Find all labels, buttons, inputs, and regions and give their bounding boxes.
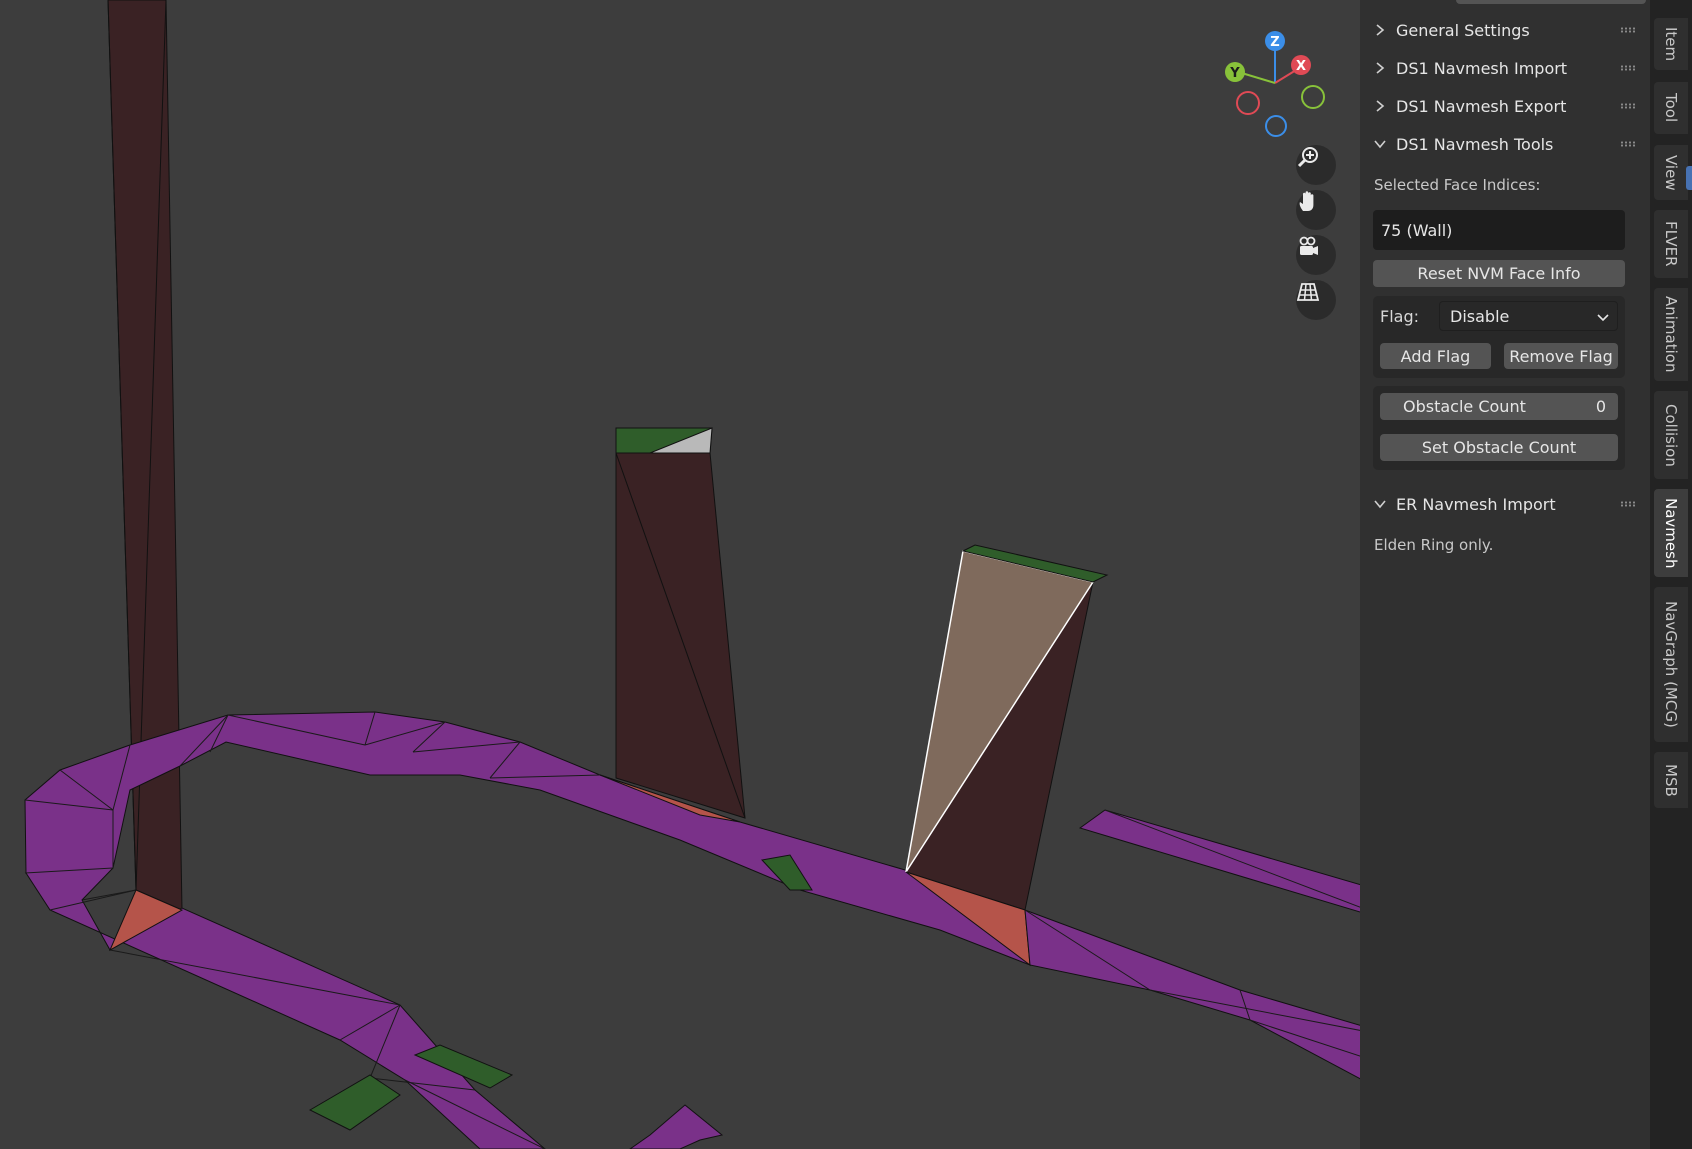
zoom-icon [1297, 147, 1318, 168]
perspective-toggle-button[interactable] [1296, 280, 1336, 320]
sidebar-tab-strip: Item Tool View FLVER Animation Collision… [1650, 0, 1692, 1149]
obstacle-count-field[interactable]: Obstacle Count 0 [1380, 393, 1618, 420]
tab-item[interactable]: Item [1654, 18, 1688, 70]
tab-view[interactable]: View [1654, 145, 1688, 200]
selected-face-label: Selected Face Indices: [1374, 176, 1541, 194]
obstacle-box: Obstacle Count 0 Set Obstacle Count [1373, 386, 1625, 470]
reset-nvm-face-info-button[interactable]: Reset NVM Face Info [1373, 260, 1625, 287]
grip-icon[interactable] [1620, 27, 1636, 33]
chevron-right-icon [1370, 24, 1390, 36]
panel-title: General Settings [1396, 20, 1530, 40]
set-obstacle-count-button[interactable]: Set Obstacle Count [1380, 434, 1618, 461]
pan-hand-icon [1299, 191, 1314, 211]
add-flag-button[interactable]: Add Flag [1380, 343, 1491, 369]
chevron-right-icon [1370, 62, 1390, 74]
pan-button[interactable] [1296, 190, 1336, 230]
grip-icon[interactable] [1620, 501, 1636, 507]
selected-face-field[interactable]: 75 (Wall) [1373, 210, 1625, 250]
panel-title: ER Navmesh Import [1396, 494, 1556, 514]
panel-title: DS1 Navmesh Import [1396, 58, 1568, 78]
grip-icon[interactable] [1620, 141, 1636, 147]
camera-view-button[interactable] [1296, 235, 1336, 275]
sidebar-panel: General Settings DS1 Navmesh Import DS1 … [1360, 0, 1650, 1149]
chevron-down-icon [1370, 139, 1390, 149]
zoom-button[interactable] [1296, 145, 1336, 185]
chevron-down-icon [1597, 307, 1609, 326]
gizmo-y-label: Y [1229, 66, 1240, 81]
flag-label: Flag: [1380, 307, 1419, 326]
panel-ds1-navmesh-export[interactable]: DS1 Navmesh Export [1370, 89, 1642, 123]
panel-ds1-navmesh-tools[interactable]: DS1 Navmesh Tools [1370, 127, 1642, 161]
gizmo-x-label: X [1296, 59, 1306, 74]
panel-ds1-navmesh-import[interactable]: DS1 Navmesh Import [1370, 51, 1642, 85]
remove-flag-button[interactable]: Remove Flag [1504, 343, 1618, 369]
grip-icon[interactable] [1620, 103, 1636, 109]
perspective-grid-icon [1296, 283, 1320, 301]
chevron-down-icon [1370, 499, 1390, 509]
chevron-right-icon [1370, 100, 1390, 112]
gizmo-z-label: Z [1270, 35, 1279, 50]
flag-box: Flag: Disable Add Flag Remove Flag [1373, 296, 1625, 378]
tab-animation[interactable]: Animation [1654, 288, 1688, 381]
tab-collision[interactable]: Collision [1654, 391, 1688, 479]
camera-icon [1299, 236, 1318, 255]
tab-flver[interactable]: FLVER [1654, 210, 1688, 278]
er-note: Elden Ring only. [1374, 536, 1494, 554]
tab-navmesh[interactable]: Navmesh [1654, 489, 1688, 577]
panel-title: DS1 Navmesh Tools [1396, 134, 1554, 154]
tab-msb[interactable]: MSB [1654, 752, 1688, 808]
flag-select[interactable]: Disable [1439, 301, 1618, 331]
obstacle-count-value: 0 [1595, 397, 1606, 416]
panel-er-navmesh-import[interactable]: ER Navmesh Import [1370, 487, 1642, 521]
sidebar-top-toolbar[interactable] [1456, 0, 1646, 4]
tab-navgraph-mcg[interactable]: NavGraph (MCG) [1654, 587, 1688, 742]
axis-gizmo[interactable]: Z X Y [1215, 25, 1335, 145]
flag-select-value: Disable [1450, 306, 1510, 326]
panel-title: DS1 Navmesh Export [1396, 96, 1567, 116]
grip-icon[interactable] [1620, 65, 1636, 71]
collapsed-region-handle[interactable] [1686, 166, 1692, 190]
tab-tool[interactable]: Tool [1654, 82, 1688, 134]
panel-general-settings[interactable]: General Settings [1370, 13, 1642, 47]
obstacle-count-label: Obstacle Count [1403, 397, 1526, 416]
